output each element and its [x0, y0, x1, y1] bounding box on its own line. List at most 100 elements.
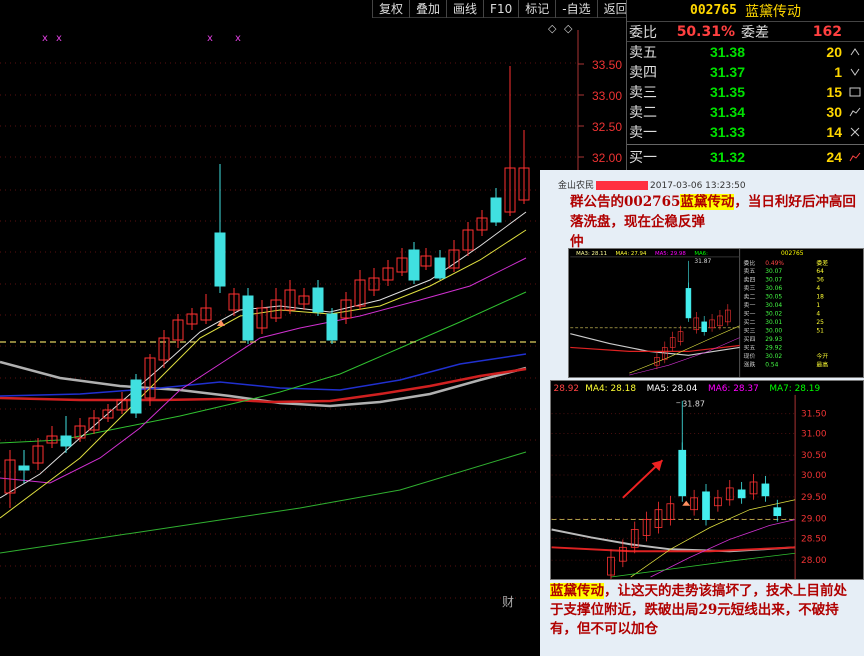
ask-volume: 1	[834, 64, 842, 80]
thumb-quote-value: 30.02	[765, 312, 782, 318]
thumb-quote-label: 卖五	[744, 268, 756, 275]
ask-volume: 30	[826, 104, 842, 120]
ask-label: 卖四	[629, 65, 657, 81]
thumb-quote-vol: 委差	[816, 259, 828, 267]
thumb-quote-vol: 36	[816, 278, 824, 284]
candle-body	[242, 295, 254, 341]
toolbar-button-4[interactable]: 标记	[518, 0, 555, 18]
screenshot-thumbnail-2: 28.92 MA4: 28.18 MA5: 28.04 MA6: 28.37 MA7: …	[550, 380, 864, 580]
thumb-code: 002765	[781, 251, 804, 257]
bid-volume: 24	[826, 149, 842, 165]
diamond-icon: ◇	[564, 22, 573, 35]
ask-list: 卖五 31.38 20 卖四 31.37 1 卖三 31.35 15 卖二 31.34 30 卖一 31.…	[627, 42, 864, 142]
toolbar-button-2[interactable]: 画线	[446, 0, 483, 18]
moving-average-line	[0, 211, 527, 499]
thumb-quote-label: 涨跌	[744, 360, 756, 368]
thumb-quote-value: 30.02	[765, 354, 782, 360]
thumb-quote-label: 现价	[744, 353, 756, 360]
toolbox-icon[interactable]	[848, 105, 862, 119]
price-tick-label: 33.00	[592, 89, 622, 103]
thumb-ma-label: MA5: 29.98	[655, 251, 686, 257]
post-text: 群公告的002765蓝黛传动，当日利好后冲高回落洗盘，现在企稳反弹仲	[570, 192, 860, 252]
thumb-ma-label: MA4: 28.18	[585, 384, 636, 394]
signal-marker: x	[42, 33, 48, 44]
candlestick-chart[interactable]: 33.5033.0032.5032.00x x x x◇ ◇财	[0, 18, 626, 618]
post-text-a: 群公告的	[570, 194, 624, 210]
redaction-bar	[596, 181, 649, 190]
thumb-tick-label: 30.50	[801, 451, 827, 461]
diamond-icon: ◇	[548, 22, 557, 35]
signal-marker: x	[56, 33, 62, 44]
moving-average-line	[0, 257, 527, 484]
toolbar-button-5[interactable]: -自选	[555, 0, 596, 18]
thumb-quote-value: 30.07	[765, 278, 782, 284]
toolbox-icon[interactable]	[848, 65, 862, 79]
thumb-quote-label: 委比	[744, 259, 756, 267]
thumb-candle	[773, 507, 782, 517]
ask-volume: 20	[826, 44, 842, 60]
post-bottom-name: 蓝黛传动	[550, 583, 604, 599]
toolbox-icon[interactable]	[848, 45, 862, 59]
thumb-quote-vol: 4	[816, 286, 820, 292]
webi-row: 委比 50.31% 委差 162	[627, 22, 864, 42]
toolbar-button-1[interactable]: 叠加	[409, 0, 446, 18]
thumb-quote-label: 买三	[744, 326, 756, 334]
thumb-quote-vol: 25	[816, 320, 824, 326]
thumb-quote-label: 买四	[744, 335, 756, 343]
chart-toolbar: 复权 叠加 画线 F10 标记 -自选 返回	[372, 0, 634, 18]
ask-row: 卖五 31.38 20	[627, 42, 864, 62]
post-time: 2017-03-06 13:23:50	[650, 181, 746, 191]
candle-body	[434, 257, 446, 279]
thumb-quote-label: 买一	[744, 310, 756, 318]
ask-volume: 15	[826, 84, 842, 100]
thumb-candle	[701, 321, 707, 333]
screenshot-thumbnail-1: MA3: 28.11 MA4: 27.94 MA5: 29.98 MA6: 31.87 0…	[568, 248, 864, 378]
ask-label: 卖三	[629, 85, 657, 101]
thumb-tick-label: 31.50	[801, 410, 827, 420]
thumb-quote-value: 30.04	[765, 303, 782, 309]
toolbox-icon[interactable]	[848, 85, 862, 99]
thumb-quote-value: 30.01	[765, 320, 782, 326]
toolbar-button-3[interactable]: F10	[483, 0, 518, 18]
divider	[627, 144, 864, 145]
ask-price: 31.33	[709, 124, 745, 140]
thumb-ma-label: MA6: 28.37	[708, 384, 759, 394]
post-author: 金山农民	[558, 181, 595, 191]
ask-row: 卖三 31.35 15	[627, 82, 864, 102]
price-tick-label: 33.50	[592, 58, 622, 72]
post-text-name: 蓝黛传动	[680, 194, 735, 210]
candle-body	[490, 197, 502, 223]
weicha-label: 委差	[741, 24, 769, 41]
ask-price: 31.34	[709, 104, 745, 120]
toolbox-icon[interactable]	[848, 150, 862, 164]
thumb-quote-value: 30.05	[765, 295, 782, 301]
thumb-quote-value: 29.93	[765, 337, 782, 343]
ask-row: 卖一 31.33 14	[627, 122, 864, 142]
corner-label: 财	[502, 595, 514, 609]
candle-body	[214, 232, 226, 287]
thumb-quote-label: 卖四	[744, 277, 756, 284]
thumb-quote-label: 卖三	[744, 285, 756, 292]
thumb-quote-vol: 4	[816, 312, 820, 318]
toolbar-button-0[interactable]: 复权	[372, 0, 409, 18]
signal-marker: x	[235, 33, 241, 44]
thumb-quote-value: 0.49%	[765, 261, 784, 267]
thumb-quote-value: 0.54	[765, 362, 778, 368]
bid-row: 买一 31.32 24	[627, 147, 864, 167]
bid-label: 买一	[629, 150, 657, 166]
thumb-quote-value: 30.00	[765, 328, 782, 334]
thumb-peak-label: 31.87	[682, 400, 705, 409]
thumb-ma-label: MA7: 28.19	[769, 384, 820, 394]
stock-code: 002765	[690, 3, 737, 18]
thumb-quote-vol: 最高	[816, 360, 828, 368]
thumb-tick-label: 31.00	[801, 429, 827, 439]
price-tick-label: 32.00	[592, 151, 622, 165]
ask-row: 卖二 31.34 30	[627, 102, 864, 122]
signal-marker: x	[207, 33, 213, 44]
toolbox-icon[interactable]	[848, 125, 862, 139]
thumb-candle	[702, 491, 710, 520]
thumb-ma-label: MA3: 28.11	[576, 251, 607, 257]
thumb-quote-value: 30.06	[765, 286, 782, 292]
candle-body	[408, 249, 420, 281]
post-meta: 金山农民 2017-03-06 13:23:50	[558, 178, 746, 191]
